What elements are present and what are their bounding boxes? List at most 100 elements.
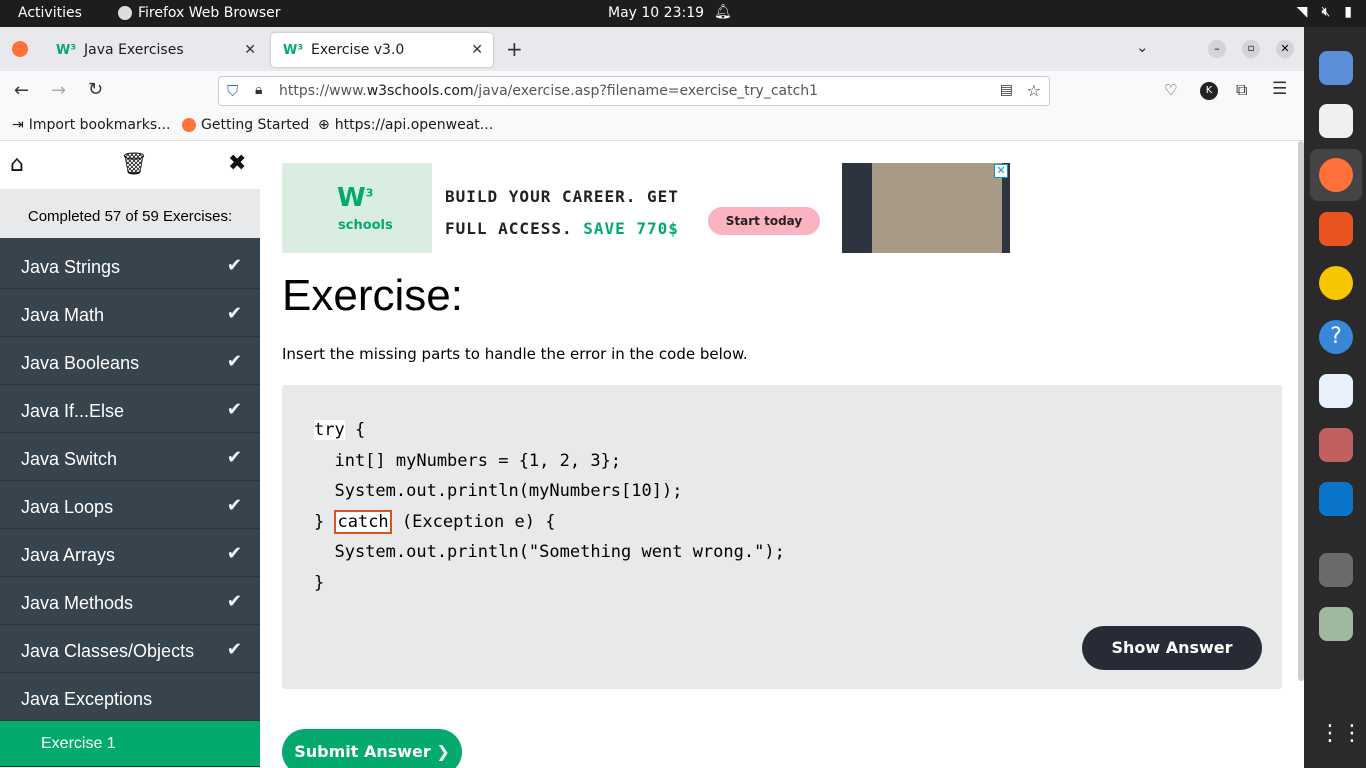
- tab-java-exercises[interactable]: W³ Java Exercises ✕: [44, 33, 266, 67]
- show-answer-button[interactable]: Show Answer: [1082, 626, 1262, 670]
- code-keyword-try: try: [314, 420, 345, 440]
- sidebar-item[interactable]: Java Methods ✔: [0, 577, 260, 625]
- close-icon[interactable]: ✖: [228, 151, 246, 176]
- activities-button[interactable]: Activities: [18, 5, 82, 21]
- checkmark-icon: ✔: [226, 495, 242, 515]
- firefox-favicon-icon: [182, 118, 196, 132]
- sidebar-item[interactable]: Java Loops ✔: [0, 481, 260, 529]
- import-icon: ⇥: [12, 117, 24, 133]
- answer-input[interactable]: catch: [334, 509, 392, 534]
- sidebar-item-label: Java Arrays: [21, 545, 116, 565]
- url-text: https://www.w3schools.com/java/exercise.…: [279, 83, 819, 99]
- back-arrow-icon[interactable]: ←: [14, 80, 29, 101]
- firefox-dock-active[interactable]: [1310, 149, 1362, 201]
- ad-start-today-button[interactable]: Start today: [708, 207, 820, 235]
- forward-arrow-icon[interactable]: →: [51, 80, 66, 101]
- sidebar-item-label: Java Math: [21, 305, 105, 325]
- completed-count: Completed 57 of 59 Exercises:: [0, 189, 260, 241]
- bookmark-label: https://api.openweat...: [334, 117, 494, 133]
- code-line: }: [314, 572, 325, 593]
- pocket-icon[interactable]: ♡: [1164, 81, 1177, 99]
- libreoffice-writer-icon[interactable]: [1319, 374, 1353, 408]
- code-block: try { int[] myNumbers = {1, 2, 3}; Syste…: [314, 415, 785, 598]
- extensions-icon[interactable]: ⧉: [1236, 80, 1247, 100]
- app-store-icon[interactable]: [1319, 104, 1353, 138]
- close-tab-icon[interactable]: ✕: [471, 42, 483, 58]
- minimize-button[interactable]: –: [1208, 40, 1226, 58]
- ubuntu-dock: ? ⋮⋮⋮: [1304, 27, 1366, 768]
- code-exercise-box: try { int[] myNumbers = {1, 2, 3}; Syste…: [282, 385, 1282, 689]
- page-title: Exercise:: [282, 271, 463, 320]
- code-line: }: [314, 511, 335, 532]
- lock-icon[interactable]: 🔒︎: [255, 82, 262, 98]
- submit-answer-button[interactable]: Submit Answer ❯: [282, 729, 462, 768]
- bookmark-getting-started[interactable]: Getting Started: [182, 117, 309, 133]
- system-tray[interactable]: ◥ 🔇︎ ▮: [1297, 4, 1352, 20]
- sidebar-item[interactable]: Java Classes/Objects ✔: [0, 625, 260, 673]
- thunderbird-icon[interactable]: [1319, 51, 1353, 85]
- reader-view-icon[interactable]: ▤: [1000, 82, 1013, 98]
- sidebar-item-label: Java Switch: [21, 449, 118, 469]
- sidebar-item[interactable]: Java Switch ✔: [0, 433, 260, 481]
- home-icon[interactable]: ⌂: [10, 152, 24, 177]
- sidebar-item[interactable]: Java Booleans ✔: [0, 337, 260, 385]
- sidebar-item[interactable]: Java If...Else ✔: [0, 385, 260, 433]
- ubuntu-software-icon[interactable]: [1319, 212, 1353, 246]
- app-menu[interactable]: Firefox Web Browser: [118, 5, 281, 21]
- address-bar[interactable]: ⛉ 🔒︎ https://www.w3schools.com/java/exer…: [218, 76, 1050, 106]
- new-tab-button[interactable]: +: [506, 37, 523, 61]
- maximize-button[interactable]: ▫: [1242, 40, 1260, 58]
- bookmark-openweather[interactable]: ⊕ https://api.openweat...: [318, 117, 493, 133]
- checkmark-icon: ✔: [226, 591, 242, 611]
- w3schools-ad-logo: W3 schools: [282, 163, 432, 253]
- advertisement-banner[interactable]: W3 schools BUILD YOUR CAREER. GET FULL A…: [282, 163, 1010, 253]
- checkmark-icon: ✔: [226, 543, 242, 563]
- sidebar-item-label: Java If...Else: [21, 401, 125, 421]
- code-line: (Exception e) {: [391, 511, 556, 532]
- show-apps-grid-icon[interactable]: ⋮⋮⋮: [1319, 717, 1366, 751]
- vscode-icon[interactable]: [1319, 482, 1353, 516]
- sidebar-item[interactable]: Java Math ✔: [0, 289, 260, 337]
- bookmarks-toolbar: ⇥ Import bookmarks... Getting Started ⊕ ht…: [0, 112, 1304, 141]
- navigation-toolbar: ← → ↻ ⛉ 🔒︎ https://www.w3schools.com/jav…: [0, 71, 1304, 112]
- sidebar-item[interactable]: Java Strings ✔: [0, 241, 260, 289]
- reload-icon[interactable]: ↻: [88, 79, 103, 100]
- bookmark-label: Getting Started: [201, 117, 310, 133]
- trash-dock-icon[interactable]: [1319, 607, 1353, 641]
- sidebar-item[interactable]: Java Arrays ✔: [0, 529, 260, 577]
- trash-icon[interactable]: 🗑︎: [120, 152, 148, 177]
- account-avatar[interactable]: K: [1200, 82, 1218, 100]
- files-icon[interactable]: [1319, 428, 1353, 462]
- clock[interactable]: May 10 23:19: [608, 5, 704, 21]
- notification-bell-icon[interactable]: 🔔︎: [714, 4, 732, 20]
- code-line: int[] myNumbers = {1, 2, 3};: [314, 450, 622, 471]
- sidebar-toolbar: ⌂ 🗑︎ ✖: [0, 141, 260, 189]
- tab-exercise-v3[interactable]: W³ Exercise v3.0 ✕: [271, 33, 493, 67]
- hamburger-menu-icon[interactable]: ☰: [1272, 79, 1287, 99]
- sidebar-subitem-exercise-1[interactable]: Exercise 1: [0, 721, 260, 767]
- checkmark-icon: ✔: [226, 399, 242, 419]
- firefox-view-icon[interactable]: [12, 41, 28, 57]
- code-line: System.out.println("Something went wrong…: [314, 542, 785, 562]
- close-window-button[interactable]: ✕: [1276, 40, 1294, 58]
- list-tabs-chevron-down-icon[interactable]: ⌄: [1136, 38, 1149, 56]
- close-tab-icon[interactable]: ✕: [244, 42, 256, 58]
- sidebar-item-label: Java Classes/Objects: [21, 641, 195, 661]
- globe-icon: ⊕: [318, 117, 330, 133]
- help-icon[interactable]: ?: [1319, 320, 1353, 354]
- checkmark-icon: ✔: [226, 255, 242, 275]
- bookmark-star-icon[interactable]: ☆: [1027, 81, 1041, 100]
- checkmark-icon: ✔: [226, 447, 242, 467]
- ad-close-icon[interactable]: ✕: [994, 164, 1008, 178]
- sidebar-item-label: Java Booleans: [21, 353, 140, 373]
- code-line: System.out.println(myNumbers[10]);: [314, 481, 683, 501]
- sidebar-item-label: Java Methods: [21, 593, 134, 613]
- exercise-instruction: Insert the missing parts to handle the e…: [282, 345, 748, 363]
- drive-icon[interactable]: [1319, 553, 1353, 587]
- tracking-shield-icon[interactable]: ⛉: [227, 82, 238, 100]
- rhythmbox-icon[interactable]: [1319, 266, 1353, 300]
- battery-icon: ▮: [1344, 4, 1352, 20]
- system-top-bar: Activities Firefox Web Browser May 10 23…: [0, 0, 1366, 27]
- bookmark-import[interactable]: ⇥ Import bookmarks...: [12, 117, 171, 133]
- sidebar-item[interactable]: Java Exceptions: [0, 673, 260, 721]
